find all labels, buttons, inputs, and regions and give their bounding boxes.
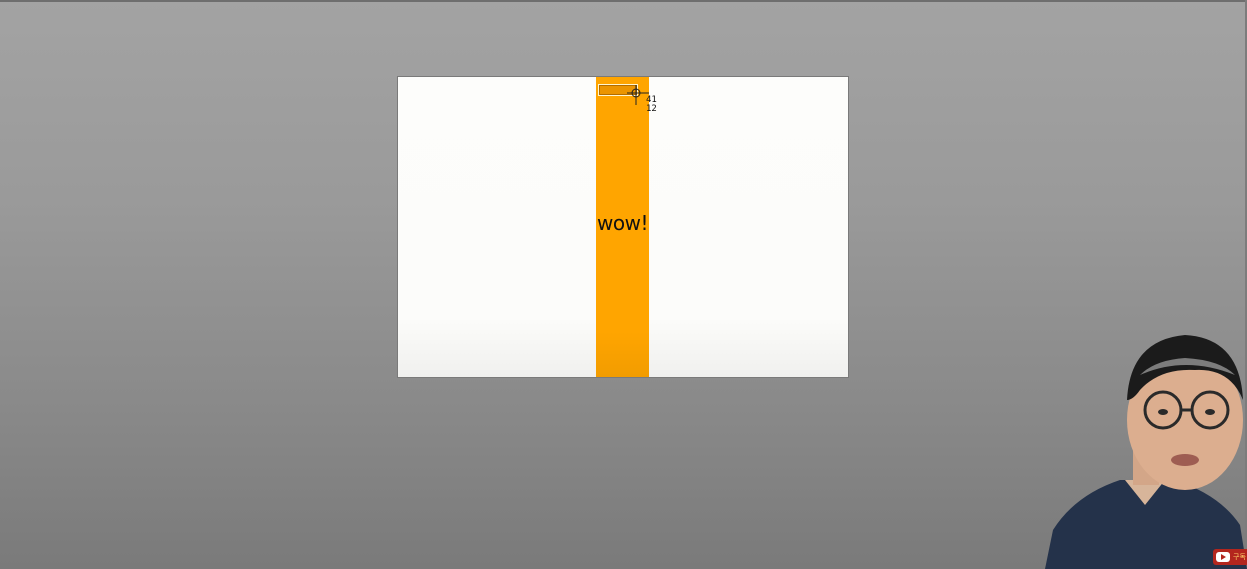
youtube-badge[interactable]: 구독	[1213, 549, 1247, 565]
youtube-play-icon	[1216, 552, 1230, 562]
coordinate-readout: 41 12	[646, 96, 657, 114]
output-canvas[interactable]: wow! 41 12	[397, 76, 849, 378]
column-text: wow!	[597, 211, 648, 235]
badge-text: 구독	[1233, 553, 1246, 561]
orange-column: wow!	[596, 77, 649, 377]
presenter-webcam	[1045, 335, 1247, 569]
coord-y: 12	[646, 104, 657, 114]
top-edge	[0, 0, 1247, 2]
desktop-background: wow! 41 12 구독	[0, 0, 1247, 569]
